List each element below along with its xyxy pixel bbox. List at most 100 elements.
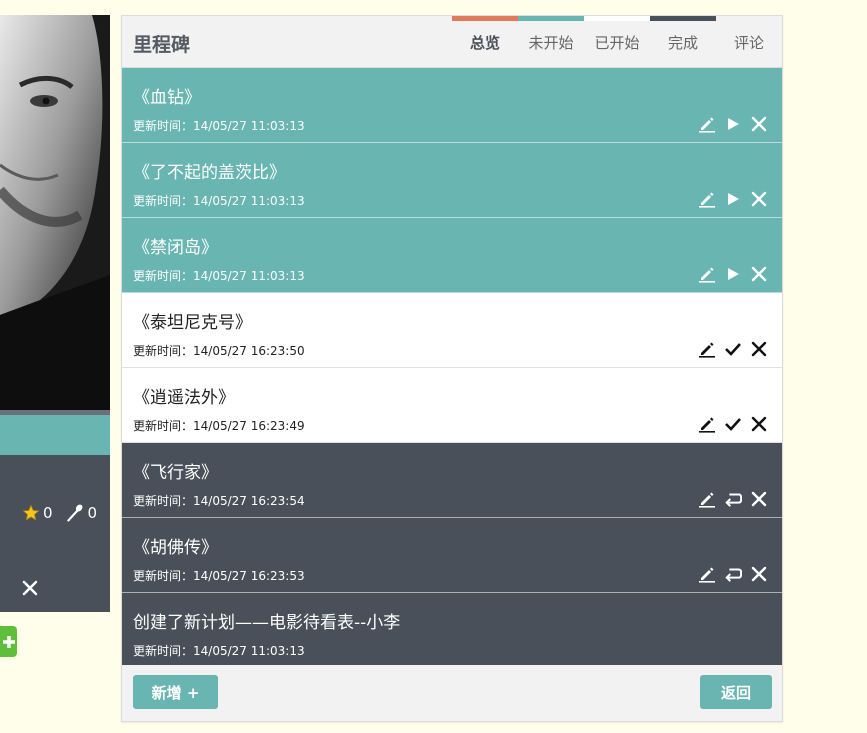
add-plus-icon[interactable] — [0, 626, 17, 657]
stat-stars-value: 0 — [43, 504, 53, 522]
milestone-updated-time: 更新时间：14/05/27 16:23:54 — [133, 492, 305, 509]
delete-icon[interactable] — [750, 190, 768, 208]
row-actions — [698, 565, 768, 583]
tab-started[interactable]: 已开始 — [584, 16, 650, 68]
time-prefix: 更新时间： — [133, 119, 194, 133]
edit-icon[interactable] — [698, 490, 716, 508]
tab-indicator — [650, 16, 716, 21]
tab-done[interactable]: 完成 — [650, 16, 716, 68]
row-actions — [698, 265, 768, 283]
page: 0 0 里程碑 总览 未开始 已开始 完成 评论 《血钻》 更新时间：14/05… — [0, 0, 867, 733]
tab-indicator — [584, 16, 650, 21]
edit-icon[interactable] — [698, 415, 716, 433]
card-footer: 新增 + 返回 — [122, 665, 782, 721]
close-icon[interactable] — [22, 580, 38, 596]
time-prefix: 更新时间： — [133, 644, 194, 658]
milestone-updated-time: 更新时间：14/05/27 11:03:13 — [133, 267, 305, 284]
row-actions — [698, 115, 768, 133]
tab-label: 完成 — [667, 34, 698, 52]
milestone-updated-time: 更新时间：14/05/27 11:03:13 — [133, 642, 305, 659]
milestone-updated-time: 更新时间：14/05/27 11:03:13 — [133, 192, 305, 209]
milestone-row[interactable]: 《了不起的盖茨比》更新时间：14/05/27 11:03:13 — [122, 143, 782, 218]
tab-comments[interactable]: 评论 — [716, 16, 782, 68]
card-title: 里程碑 — [133, 34, 191, 56]
milestone-title: 《逍遥法外》 — [133, 388, 235, 408]
milestone-row[interactable]: 《血钻》更新时间：14/05/27 11:03:13 — [122, 68, 782, 143]
time-prefix: 更新时间： — [133, 419, 194, 433]
delete-icon[interactable] — [750, 565, 768, 583]
tab-not-started[interactable]: 未开始 — [518, 16, 584, 68]
milestone-updated-time: 更新时间：14/05/27 16:23:49 — [133, 417, 305, 434]
milestone-updated-time: 更新时间：14/05/27 16:23:50 — [133, 342, 305, 359]
play-icon[interactable] — [724, 190, 742, 208]
row-actions — [698, 490, 768, 508]
stat-stars[interactable]: 0 — [22, 504, 53, 522]
card-header: 里程碑 总览 未开始 已开始 完成 评论 — [122, 16, 782, 68]
row-actions — [698, 190, 768, 208]
time-value: 14/05/27 16:23:54 — [193, 494, 305, 508]
milestone-row[interactable]: 《胡佛传》更新时间：14/05/27 16:23:53 — [122, 518, 782, 593]
milestone-title: 《血钻》 — [133, 88, 201, 108]
delete-icon[interactable] — [750, 265, 768, 283]
edit-icon[interactable] — [698, 115, 716, 133]
time-value: 14/05/27 11:03:13 — [193, 644, 305, 658]
back-button[interactable]: 返回 — [700, 675, 772, 709]
delete-icon[interactable] — [750, 415, 768, 433]
time-value: 14/05/27 11:03:13 — [193, 119, 305, 133]
profile-photo — [0, 15, 110, 410]
delete-icon[interactable] — [750, 490, 768, 508]
milestone-title: 创建了新计划——电影待看表--小李 — [133, 613, 401, 633]
milestone-row[interactable]: 《泰坦尼克号》更新时间：14/05/27 16:23:50 — [122, 293, 782, 368]
milestone-list: 《血钻》 更新时间：14/05/27 11:03:13 《了不起的盖茨比》 更新时间：… — [122, 68, 782, 668]
milestone-row[interactable]: 创建了新计划——电影待看表--小李 更新时间：14/05/27 11:03:13 — [122, 593, 782, 668]
milestone-title: 《胡佛传》 — [133, 538, 218, 558]
add-button[interactable]: 新增 + — [133, 675, 218, 709]
edit-icon[interactable] — [698, 265, 716, 283]
tab-label: 已开始 — [594, 34, 640, 52]
spoon-icon — [66, 504, 83, 522]
time-value: 14/05/27 11:03:13 — [193, 269, 305, 283]
delete-icon[interactable] — [750, 340, 768, 358]
time-value: 14/05/27 16:23:50 — [193, 344, 305, 358]
row-actions — [698, 340, 768, 358]
milestone-row[interactable]: 《飞行家》 更新时间：14/05/27 16:23:54 — [122, 443, 782, 518]
edit-icon[interactable] — [698, 565, 716, 583]
undo-icon[interactable] — [724, 565, 742, 583]
milestone-card: 里程碑 总览 未开始 已开始 完成 评论 《血钻》 更新时间：14/05/27 11:03… — [121, 15, 783, 722]
profile-panel: 0 0 — [0, 15, 110, 612]
milestone-title: 《禁闭岛》 — [133, 238, 218, 258]
tab-label: 未开始 — [528, 34, 574, 52]
stat-spoons-value: 0 — [87, 504, 98, 522]
delete-icon[interactable] — [750, 115, 768, 133]
star-icon — [22, 504, 40, 521]
tab-overview[interactable]: 总览 — [452, 16, 518, 68]
play-icon[interactable] — [724, 265, 742, 283]
check-icon[interactable] — [724, 415, 742, 433]
milestone-title: 《泰坦尼克号》 — [133, 313, 252, 333]
milestone-title: 《了不起的盖茨比》 — [133, 163, 286, 183]
edit-icon[interactable] — [698, 190, 716, 208]
profile-name-band — [0, 415, 110, 455]
time-prefix: 更新时间： — [133, 569, 194, 583]
time-value: 14/05/27 11:03:13 — [193, 194, 305, 208]
tab-indicator — [518, 16, 584, 21]
row-actions — [698, 415, 768, 433]
tab-indicator — [452, 16, 518, 21]
check-icon[interactable] — [724, 340, 742, 358]
tab-label: 评论 — [733, 34, 764, 52]
tab-indicator — [716, 16, 782, 21]
milestone-row[interactable]: 《禁闭岛》更新时间：14/05/27 11:03:13 — [122, 218, 782, 293]
stat-spoons[interactable]: 0 — [65, 503, 98, 523]
milestone-row[interactable]: 《逍遥法外》更新时间：14/05/27 16:23:49 — [122, 368, 782, 443]
undo-icon[interactable] — [724, 490, 742, 508]
time-value: 14/05/27 16:23:49 — [193, 419, 305, 433]
time-prefix: 更新时间： — [133, 344, 194, 358]
time-prefix: 更新时间： — [133, 494, 194, 508]
milestone-updated-time: 更新时间：14/05/27 16:23:53 — [133, 567, 305, 584]
time-prefix: 更新时间： — [133, 194, 194, 208]
play-icon[interactable] — [724, 115, 742, 133]
milestone-updated-time: 更新时间：14/05/27 11:03:13 — [133, 117, 305, 134]
edit-icon[interactable] — [698, 340, 716, 358]
filter-tabs: 总览 未开始 已开始 完成 评论 — [452, 16, 782, 68]
tab-label: 总览 — [469, 34, 500, 52]
